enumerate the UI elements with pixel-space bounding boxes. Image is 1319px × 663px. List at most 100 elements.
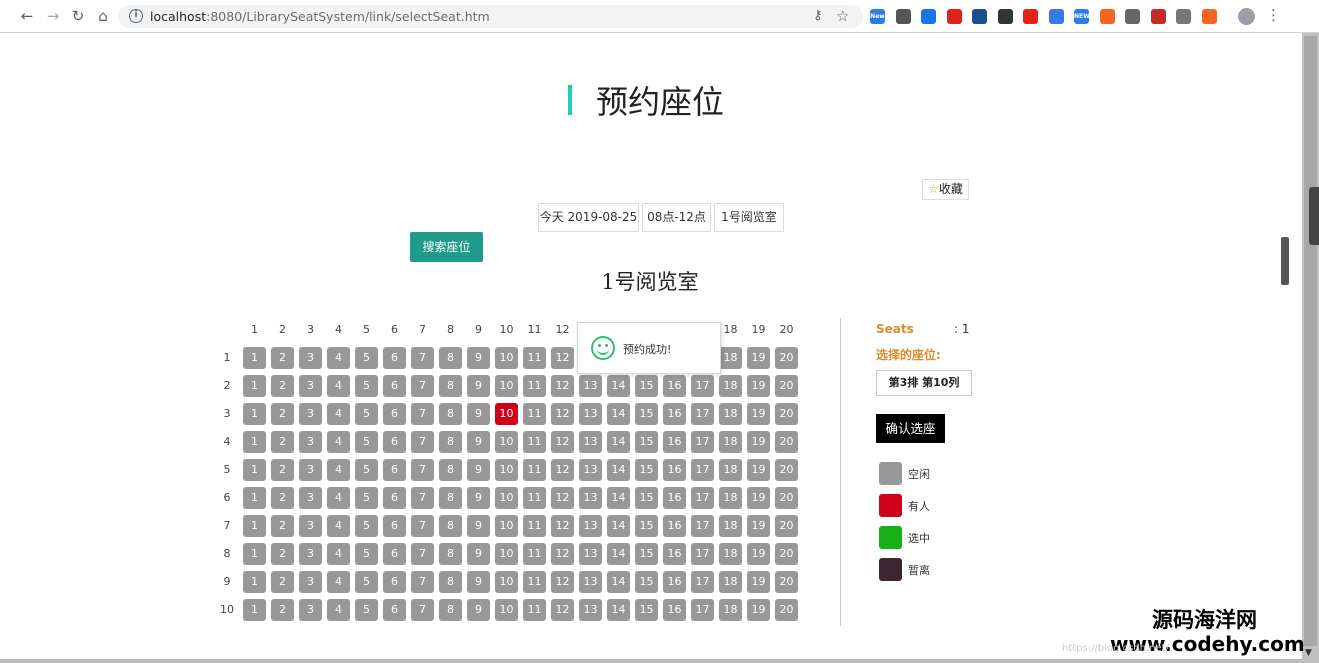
download-extension-icon[interactable] <box>921 9 936 24</box>
youtube-extension-icon[interactable] <box>1023 9 1038 24</box>
seat-r10-c12[interactable]: 12 <box>551 599 574 621</box>
seat-r1-c7[interactable]: 7 <box>411 347 434 369</box>
seat-r4-c12[interactable]: 12 <box>551 431 574 453</box>
seat-r5-c4[interactable]: 4 <box>327 459 350 481</box>
seat-r3-c11[interactable]: 11 <box>523 403 546 425</box>
profile-avatar-icon[interactable] <box>1238 8 1255 25</box>
seat-r2-c7[interactable]: 7 <box>411 375 434 397</box>
seat-r5-c9[interactable]: 9 <box>467 459 490 481</box>
seat-r5-c14[interactable]: 14 <box>607 459 630 481</box>
extension-icon-5[interactable] <box>972 9 987 24</box>
seat-r8-c13[interactable]: 13 <box>579 543 602 565</box>
seat-r4-c18[interactable]: 18 <box>719 431 742 453</box>
seat-r7-c5[interactable]: 5 <box>355 515 378 537</box>
seat-r3-c5[interactable]: 5 <box>355 403 378 425</box>
seat-r4-c20[interactable]: 20 <box>775 431 798 453</box>
seat-r6-c10[interactable]: 10 <box>495 487 518 509</box>
seat-r10-c19[interactable]: 19 <box>747 599 770 621</box>
seat-r1-c2[interactable]: 2 <box>271 347 294 369</box>
seat-r9-c6[interactable]: 6 <box>383 571 406 593</box>
seat-r9-c13[interactable]: 13 <box>579 571 602 593</box>
seat-r3-c7[interactable]: 7 <box>411 403 434 425</box>
seat-r3-c16[interactable]: 16 <box>663 403 686 425</box>
seat-r8-c15[interactable]: 15 <box>635 543 658 565</box>
address-bar[interactable]: i localhost:8080/LibrarySeatSystem/link/… <box>118 5 863 28</box>
seat-r5-c11[interactable]: 11 <box>523 459 546 481</box>
seat-r8-c20[interactable]: 20 <box>775 543 798 565</box>
seat-r10-c11[interactable]: 11 <box>523 599 546 621</box>
seat-r6-c1[interactable]: 1 <box>243 487 266 509</box>
seat-r5-c19[interactable]: 19 <box>747 459 770 481</box>
seat-r8-c8[interactable]: 8 <box>439 543 462 565</box>
seat-r9-c9[interactable]: 9 <box>467 571 490 593</box>
home-icon[interactable]: ⌂ <box>94 7 112 25</box>
seat-r7-c8[interactable]: 8 <box>439 515 462 537</box>
seat-r2-c3[interactable]: 3 <box>299 375 322 397</box>
seat-r10-c16[interactable]: 16 <box>663 599 686 621</box>
seat-r3-c15[interactable]: 15 <box>635 403 658 425</box>
seat-r2-c6[interactable]: 6 <box>383 375 406 397</box>
seat-r10-c4[interactable]: 4 <box>327 599 350 621</box>
seat-r4-c1[interactable]: 1 <box>243 431 266 453</box>
seat-r7-c1[interactable]: 1 <box>243 515 266 537</box>
seat-r4-c13[interactable]: 13 <box>579 431 602 453</box>
seat-r7-c13[interactable]: 13 <box>579 515 602 537</box>
seat-r5-c15[interactable]: 15 <box>635 459 658 481</box>
menu-dots-icon[interactable]: ⋮ <box>1266 6 1281 24</box>
seat-r2-c10[interactable]: 10 <box>495 375 518 397</box>
seat-r6-c2[interactable]: 2 <box>271 487 294 509</box>
infinity-extension-icon[interactable] <box>1125 9 1140 24</box>
seat-r3-c13[interactable]: 13 <box>579 403 602 425</box>
url-text[interactable]: localhost:8080/LibrarySeatSystem/link/se… <box>150 9 490 24</box>
seat-r3-c6[interactable]: 6 <box>383 403 406 425</box>
seat-r5-c6[interactable]: 6 <box>383 459 406 481</box>
seat-r1-c18[interactable]: 18 <box>719 347 742 369</box>
seat-r2-c20[interactable]: 20 <box>775 375 798 397</box>
seat-r4-c2[interactable]: 2 <box>271 431 294 453</box>
seat-r5-c3[interactable]: 3 <box>299 459 322 481</box>
seat-r6-c5[interactable]: 5 <box>355 487 378 509</box>
seat-r10-c5[interactable]: 5 <box>355 599 378 621</box>
confirm-seat-button[interactable]: 确认选座 <box>876 414 945 443</box>
seat-r5-c2[interactable]: 2 <box>271 459 294 481</box>
seat-r3-c18[interactable]: 18 <box>719 403 742 425</box>
seat-r8-c9[interactable]: 9 <box>467 543 490 565</box>
seat-r9-c19[interactable]: 19 <box>747 571 770 593</box>
seat-r4-c7[interactable]: 7 <box>411 431 434 453</box>
seat-r5-c16[interactable]: 16 <box>663 459 686 481</box>
seat-r2-c5[interactable]: 5 <box>355 375 378 397</box>
seat-r3-c17[interactable]: 17 <box>691 403 714 425</box>
seat-r6-c18[interactable]: 18 <box>719 487 742 509</box>
seat-r8-c18[interactable]: 18 <box>719 543 742 565</box>
seat-r8-c6[interactable]: 6 <box>383 543 406 565</box>
seat-r4-c19[interactable]: 19 <box>747 431 770 453</box>
seat-r4-c5[interactable]: 5 <box>355 431 378 453</box>
seat-r2-c9[interactable]: 9 <box>467 375 490 397</box>
seat-r3-c10[interactable]: 10 <box>495 403 518 425</box>
seat-r2-c8[interactable]: 8 <box>439 375 462 397</box>
seat-r5-c20[interactable]: 20 <box>775 459 798 481</box>
key-icon[interactable]: ⚷ <box>813 8 823 23</box>
seat-r10-c2[interactable]: 2 <box>271 599 294 621</box>
seat-r9-c1[interactable]: 1 <box>243 571 266 593</box>
seat-r6-c9[interactable]: 9 <box>467 487 490 509</box>
seat-r8-c3[interactable]: 3 <box>299 543 322 565</box>
seat-r9-c7[interactable]: 7 <box>411 571 434 593</box>
seat-r2-c12[interactable]: 12 <box>551 375 574 397</box>
seat-r8-c5[interactable]: 5 <box>355 543 378 565</box>
seat-r6-c19[interactable]: 19 <box>747 487 770 509</box>
extension-icon-8[interactable] <box>1048 9 1064 24</box>
seat-r1-c19[interactable]: 19 <box>747 347 770 369</box>
extension-icon-12[interactable] <box>1150 9 1166 24</box>
seat-r8-c2[interactable]: 2 <box>271 543 294 565</box>
seat-r8-c14[interactable]: 14 <box>607 543 630 565</box>
seat-r2-c4[interactable]: 4 <box>327 375 350 397</box>
side-widget-handle[interactable] <box>1309 187 1319 245</box>
seat-r10-c3[interactable]: 3 <box>299 599 322 621</box>
seat-r8-c10[interactable]: 10 <box>495 543 518 565</box>
seat-r10-c6[interactable]: 6 <box>383 599 406 621</box>
seat-r2-c13[interactable]: 13 <box>579 375 602 397</box>
seat-r1-c1[interactable]: 1 <box>243 347 266 369</box>
seat-r5-c1[interactable]: 1 <box>243 459 266 481</box>
seat-r3-c4[interactable]: 4 <box>327 403 350 425</box>
